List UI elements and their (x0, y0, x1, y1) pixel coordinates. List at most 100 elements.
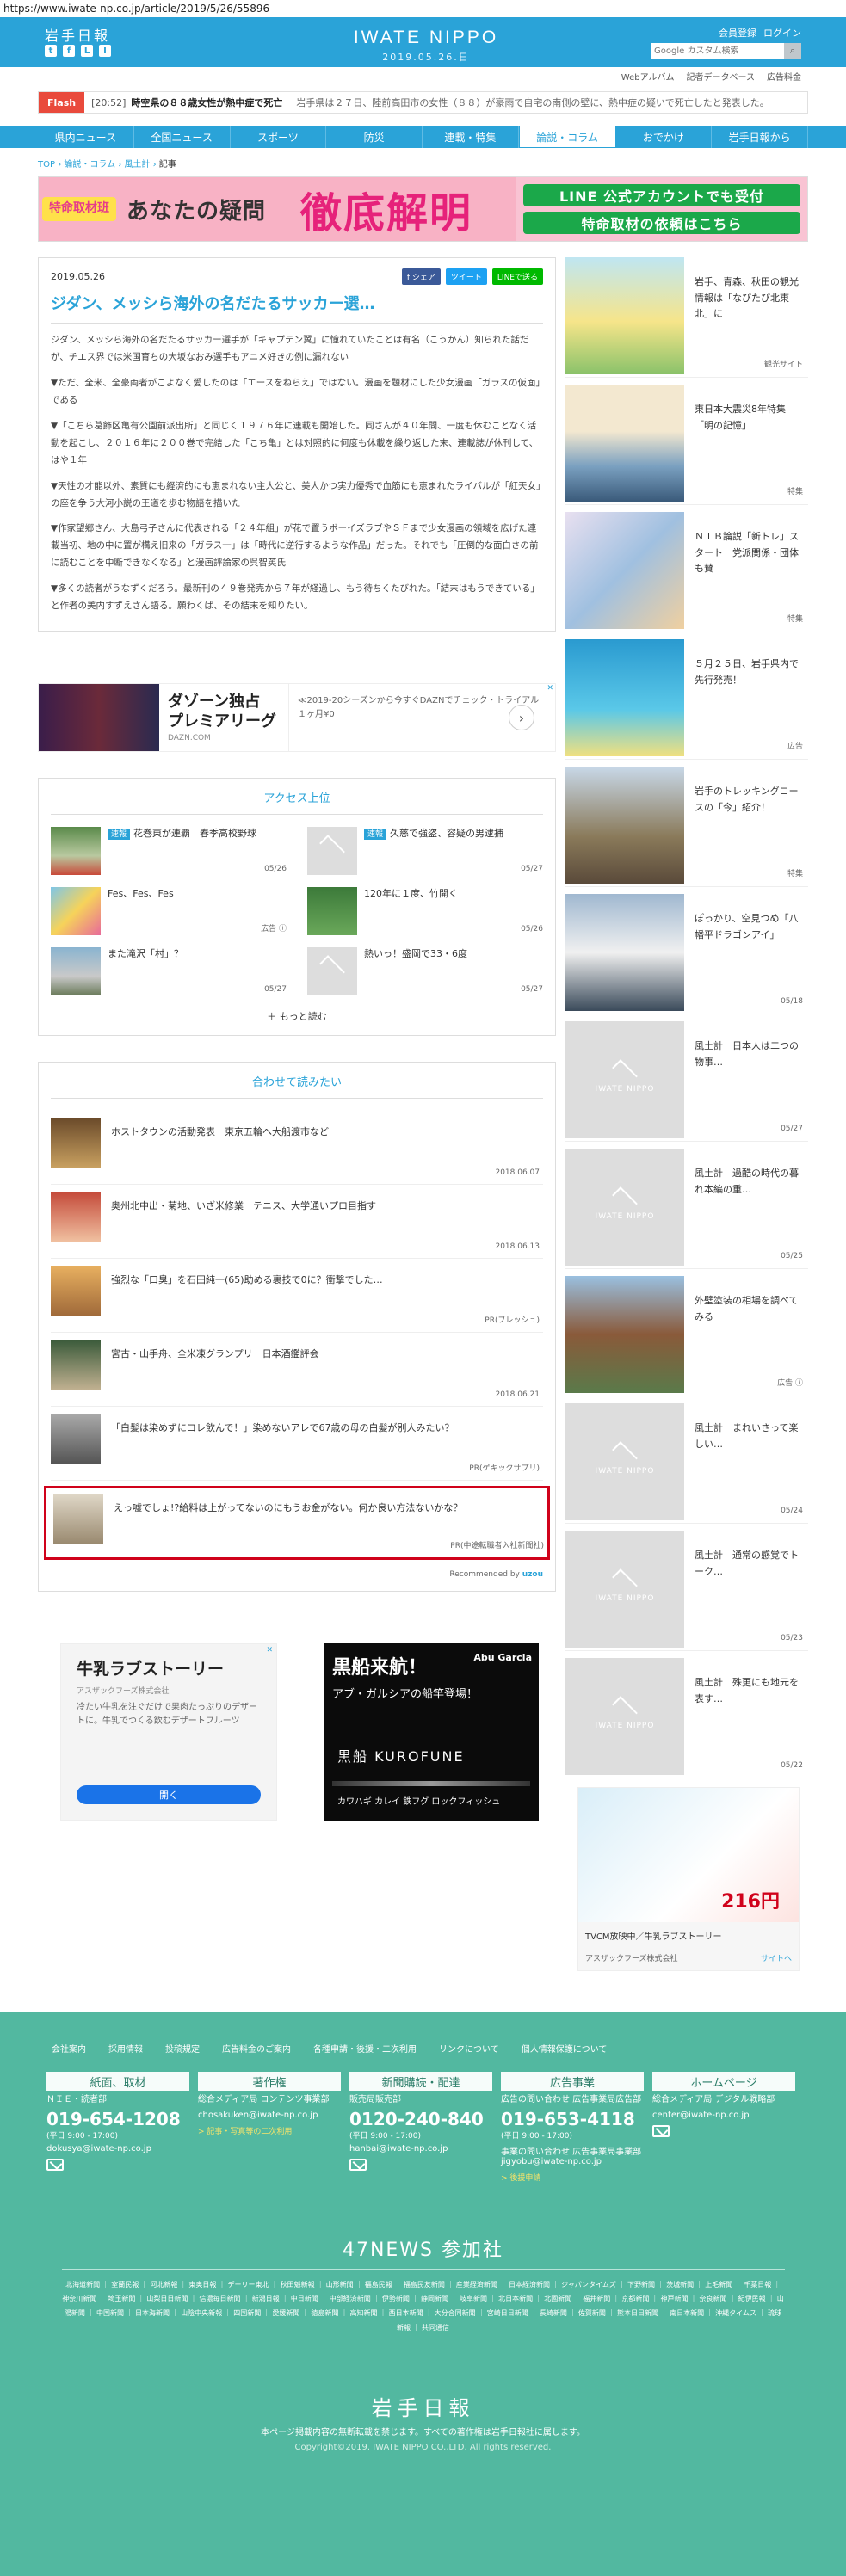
sponsorship-link[interactable]: > 後援申請 (501, 2172, 644, 2183)
login-link[interactable]: ログイン (763, 26, 801, 40)
ranking-item[interactable]: また滝沢「村」？ 05/27 (51, 947, 287, 996)
envelope-icon[interactable] (652, 2124, 670, 2137)
contact-email[interactable]: chosakuken@iwate-np.co.jp (198, 2111, 341, 2120)
subnav-album[interactable]: Webアルバム (621, 70, 675, 83)
request-button[interactable]: 特命取材の依頼はこちら (523, 212, 800, 234)
kurofune-ad[interactable]: 黒船来航！ アブ・ガルシアの船竿登場！ Abu Garcia 黒船 KUROFU… (324, 1643, 539, 1821)
envelope-icon[interactable] (349, 2158, 367, 2171)
special-investigation-banner[interactable]: 特命取材班 あなたの疑問 徹底解明 LINE 公式アカウントでも受付 特命取材の… (38, 176, 808, 242)
footer-link-privacy[interactable]: 個人情報保護について (522, 2042, 608, 2055)
subnav-ad-rates[interactable]: 広告料金 (767, 70, 801, 83)
nav-sports[interactable]: スポーツ (231, 126, 327, 148)
sidebar-ad-site-link[interactable]: サイトへ (761, 1952, 792, 1963)
search-button[interactable]: ⌕ (784, 43, 801, 59)
nav-editorial-column[interactable]: 論説・コラム (518, 126, 616, 148)
tweet-button[interactable]: ツイート (445, 268, 487, 285)
search-input[interactable] (651, 43, 784, 59)
recommendation-credit[interactable]: Recommended by uzou (51, 1570, 543, 1579)
breadcrumb-fudokei[interactable]: 風土計 (124, 160, 150, 169)
read-more-button[interactable]: ＋ もっと読む (51, 1009, 543, 1023)
contact-column-copyright: 著作権 総合メディア局 コンテンツ事業部 chosakuken@iwate-np… (198, 2072, 341, 2183)
recommended-date: 2018.06.07 (495, 1168, 540, 1178)
ranking-item[interactable]: 速報 花巻東が連覇 春季高校野球 05/26 (51, 827, 287, 876)
phone-number[interactable]: 019-653-4118 (501, 2109, 644, 2129)
breadcrumb-top[interactable]: TOP (38, 160, 55, 169)
line-account-button[interactable]: LINE 公式アカウントでも受付 (523, 184, 800, 206)
contact-email[interactable]: center@iwate-np.co.jp (652, 2111, 795, 2120)
recommended-item[interactable]: 強烈な「口臭」を石田純一(65)助める裏技で0に？衝撃でした… PR(ブレッシュ… (51, 1259, 543, 1334)
sidebar-item[interactable]: IWATE NIPPO 風土計 通常の感覚でトーク… 05/23 (565, 1531, 808, 1651)
phone-number[interactable]: 019-654-1208 (46, 2109, 189, 2129)
recommended-date: PR(中途転職者入社新聞社) (450, 1542, 544, 1551)
footer-link-applications[interactable]: 各種申請・後援・二次利用 (313, 2042, 417, 2055)
footer-link-linking[interactable]: リンクについて (439, 2042, 499, 2055)
phone-number[interactable]: 0120-240-840 (349, 2109, 492, 2129)
footer-link-recruit[interactable]: 採用情報 (108, 2042, 143, 2055)
nav-features[interactable]: 連載・特集 (423, 126, 519, 148)
nav-from-nippo[interactable]: 岩手日報から (712, 126, 808, 148)
nav-national-news[interactable]: 全国ニュース (134, 126, 231, 148)
footer-link-company[interactable]: 会社案内 (52, 2042, 86, 2055)
recommended-text: えっ嘘でしょ!?給料は上がってないのにもうお金がない。何か良い方法ないかな？ (114, 1502, 463, 1514)
twitter-icon[interactable]: t (45, 45, 57, 57)
register-link[interactable]: 会員登録 (719, 26, 756, 40)
sidebar-item[interactable]: ＮＩＢ論説「新トレ」スタート 党派関係・団体も賛 特集 (565, 512, 808, 632)
sidebar-item[interactable]: IWATE NIPPO 風土計 殊更にも地元を表す… 05/22 (565, 1658, 808, 1778)
instagram-icon[interactable]: I (99, 45, 111, 57)
recommended-item[interactable]: 「白髪は染めずにコレ飲んで！」染めないアレで67歳の母の白髪が別人みたい？ PR… (51, 1407, 543, 1482)
sidebar-item[interactable]: ぽっかり、空見つめ「八幡平ドラゴンアイ」 05/18 (565, 894, 808, 1014)
ranking-date: 05/26 (521, 924, 543, 934)
sidebar-item[interactable]: IWATE NIPPO 風土計 日本人は二つの物事… 05/27 (565, 1021, 808, 1142)
chevron-right-icon[interactable]: › (509, 705, 534, 731)
footer-link-submission[interactable]: 投稿規定 (165, 2042, 200, 2055)
sidebar-item[interactable]: 外壁塗装の相場を調べてみる 広告 ⓘ (565, 1276, 808, 1396)
flash-headline[interactable]: 時空県の８８歳女性が熱中症で死亡 (131, 96, 282, 109)
contact-email[interactable]: hanbai@iwate-np.co.jp (349, 2144, 492, 2154)
sidebar-ad-caption: TVCM放映中／牛乳ラブストーリー (585, 1932, 722, 1942)
footer-link-ad-rates[interactable]: 広告料金のご案内 (222, 2042, 291, 2055)
sidebar-item[interactable]: 東日本大震災8年特集「明の記憶」 特集 (565, 385, 808, 505)
contact-email[interactable]: dokusya@iwate-np.co.jp (46, 2144, 189, 2154)
contact-email[interactable]: 事業の問い合わせ 広告事業局事業部 jigyobu@iwate-np.co.jp (501, 2144, 644, 2166)
nav-outings[interactable]: おでかけ (616, 126, 713, 148)
facebook-icon[interactable]: f (63, 45, 75, 57)
ranking-item[interactable]: 120年に１度、竹開く 05/26 (307, 887, 543, 936)
ranking-item[interactable]: 熱いっ！盛岡で33・6度 05/27 (307, 947, 543, 996)
ranking-item[interactable]: 速報 久慈で強盗、容疑の男逮捕 05/27 (307, 827, 543, 876)
recommended-item[interactable]: 宮古・山手舟、全米凍グランプリ 日本酒鑑評会 2018.06.21 (51, 1333, 543, 1408)
breadcrumb-current: 記事 (158, 160, 176, 169)
sidebar-milk-ad[interactable]: 216円 TVCM放映中／牛乳ラブストーリー アスザックフーズ株式会社 サイトへ (577, 1787, 800, 1971)
nav-local-news[interactable]: 県内ニュース (38, 126, 134, 148)
address-bar[interactable]: https://www.iwate-np.co.jp/article/2019/… (0, 0, 846, 17)
flash-news[interactable]: Flash [20:52] 時空県の８８歳女性が熱中症で死亡 岩手県は２７日、陸… (38, 91, 808, 114)
recommended-item[interactable]: 奥州北中出・菊地、いざ米修業 テニス、大学通いプロ目指す 2018.06.13 (51, 1185, 543, 1260)
recommended-item-highlighted[interactable]: えっ嘘でしょ!?給料は上がってないのにもうお金がない。何か良い方法ないかな？ P… (44, 1486, 550, 1561)
footer-logo[interactable]: 岩手日報 (0, 2391, 846, 2421)
recommended-text: ホストタウンの活動発表 東京五輪へ大船渡市など (111, 1126, 329, 1138)
ranking-item[interactable]: Fes、Fes、Fes 広告 ⓘ (51, 887, 287, 936)
milk-ad[interactable]: ✕ 牛乳ラブストーリー アスザックフーズ株式会社 冷たい牛乳を注ぐだけで果肉たっ… (60, 1643, 277, 1821)
close-icon[interactable]: ✕ (266, 1646, 273, 1655)
dazn-ad[interactable]: ダゾーン独占 プレミアリーグ DAZN.COM ≪2019-20シーズンから今す… (38, 683, 556, 753)
line-icon[interactable]: L (81, 45, 93, 57)
sidebar-item[interactable]: 岩手、青森、秋田の観光情報は「なびたび北東北」に 観光サイト (565, 257, 808, 378)
nav-disaster[interactable]: 防災 (326, 126, 423, 148)
milk-ad-description: 冷たい牛乳を注ぐだけで果肉たっぷりのデザートに。牛乳でつくる飲むデザートフルーツ (77, 1703, 257, 1727)
facebook-share-button[interactable]: f シェア (401, 268, 441, 285)
close-icon[interactable]: ✕ (547, 684, 553, 693)
sidebar-item[interactable]: IWATE NIPPO 風土計 まれいさって楽しい… 05/24 (565, 1403, 808, 1524)
sidebar-item[interactable]: ５月２５日、岩手県内で先行発売！ 広告 (565, 639, 808, 760)
secondary-use-link[interactable]: > 記事・写真等の二次利用 (198, 2125, 341, 2136)
sidebar-item[interactable]: 岩手のトレッキングコースの「今」紹介！ 特集 (565, 767, 808, 887)
envelope-icon[interactable] (46, 2158, 64, 2171)
recommended-item[interactable]: ホストタウンの活動発表 東京五輪へ大船渡市など 2018.06.07 (51, 1111, 543, 1186)
milk-ad-open-button[interactable]: 開く (77, 1785, 261, 1805)
subnav-database[interactable]: 記者データベース (687, 70, 756, 83)
brand[interactable]: IWATE NIPPO 2019.05.26.日 (327, 28, 525, 64)
sidebar-item[interactable]: IWATE NIPPO 風土計 過酷の時代の暮れ本編の重… 05/25 (565, 1149, 808, 1269)
site-logo-small[interactable]: 岩手日報 (45, 24, 110, 45)
article-paragraph: ▼天性の才能以外、素質にも経済的にも恵まれない主人公と、美人かつ実力優秀で血筋に… (51, 480, 541, 508)
breadcrumb-editorial[interactable]: 論説・コラム (64, 160, 115, 169)
line-share-button[interactable]: LINEで送る (491, 268, 543, 285)
partner-list[interactable]: 北海道新聞 ｜ 室蘭民報 ｜ 河北新報 ｜ 東奥日報 ｜ デーリー東北 ｜ 秋田… (62, 2278, 785, 2336)
